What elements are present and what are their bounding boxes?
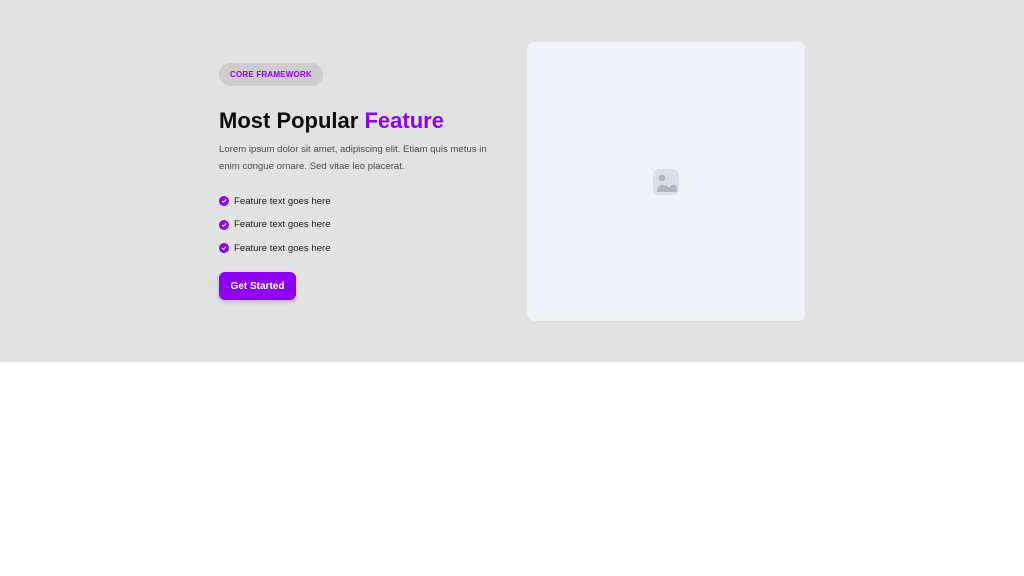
hero-headline: Most Popular Feature [219, 106, 499, 136]
check-circle-icon [219, 243, 229, 253]
check-circle-icon [219, 196, 229, 206]
feature-item: Feature text goes here [219, 240, 499, 256]
headline-main-text: Most Popular [219, 108, 365, 133]
feature-label: Feature text goes here [234, 195, 331, 207]
get-started-button[interactable]: Get Started [219, 272, 296, 300]
media-placeholder [527, 42, 805, 321]
image-placeholder-icon [653, 168, 679, 195]
hero-description: Lorem ipsum dolor sit amet, adipiscing e… [219, 144, 487, 172]
hero-content: CORE FRAMEWORK Most Popular Feature Lore… [219, 63, 499, 264]
feature-label: Feature text goes here [234, 219, 331, 230]
headline-accent-text: Feature [364, 108, 444, 133]
category-badge: CORE FRAMEWORK [219, 63, 323, 86]
feature-item: Feature text goes here [219, 193, 499, 209]
check-circle-icon [219, 219, 229, 230]
feature-label: Feature text goes here [234, 242, 331, 254]
feature-list: Feature text goes here Feature text goes… [219, 193, 499, 256]
hero-section: CORE FRAMEWORK Most Popular Feature Lore… [0, 0, 1024, 362]
feature-item: Feature text goes here [219, 217, 499, 233]
